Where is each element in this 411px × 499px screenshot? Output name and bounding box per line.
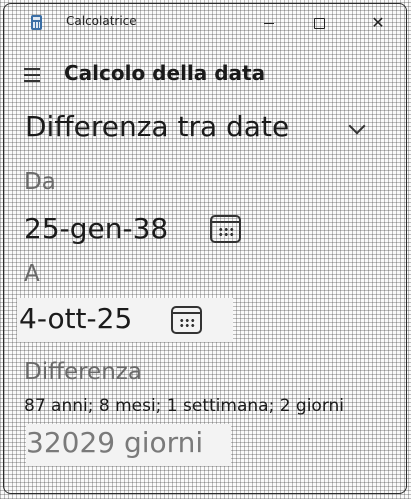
window-title: Calcolatrice xyxy=(66,14,137,28)
from-date-value: 25-gen-38 xyxy=(24,212,169,245)
hamburger-icon xyxy=(24,68,40,70)
calendar-icon xyxy=(209,211,242,243)
from-label: Da xyxy=(24,169,56,195)
to-date-picker[interactable]: 4-ott-25 xyxy=(17,298,233,342)
from-date-picker[interactable]: 25-gen-38 xyxy=(22,208,254,252)
close-button[interactable]: ✕ xyxy=(360,9,396,37)
hamburger-icon-line xyxy=(24,80,40,82)
to-label: A xyxy=(24,261,40,287)
close-icon: ✕ xyxy=(371,13,385,32)
hamburger-menu-button[interactable] xyxy=(24,68,42,82)
calculation-mode-dropdown[interactable]: Differenza tra date xyxy=(24,106,376,150)
to-date-value: 4-ott-25 xyxy=(19,302,133,335)
difference-days-value: 32029 giorni xyxy=(26,426,204,459)
difference-detail: 87 anni; 8 mesi; 1 settimana; 2 giorni xyxy=(24,396,345,416)
difference-days: 32029 giorni xyxy=(26,424,231,466)
mode-selected-label: Differenza tra date xyxy=(25,110,290,143)
difference-label: Differenza xyxy=(24,359,142,385)
minimize-icon xyxy=(264,22,274,24)
minimize-button[interactable] xyxy=(251,9,287,37)
hamburger-icon-line xyxy=(24,74,40,76)
maximize-icon xyxy=(313,17,325,29)
page-title: Calcolo della data xyxy=(64,61,266,85)
calculator-icon xyxy=(31,15,42,30)
maximize-button[interactable] xyxy=(301,9,337,37)
calendar-icon xyxy=(170,302,203,334)
chevron-down-icon xyxy=(348,117,366,135)
